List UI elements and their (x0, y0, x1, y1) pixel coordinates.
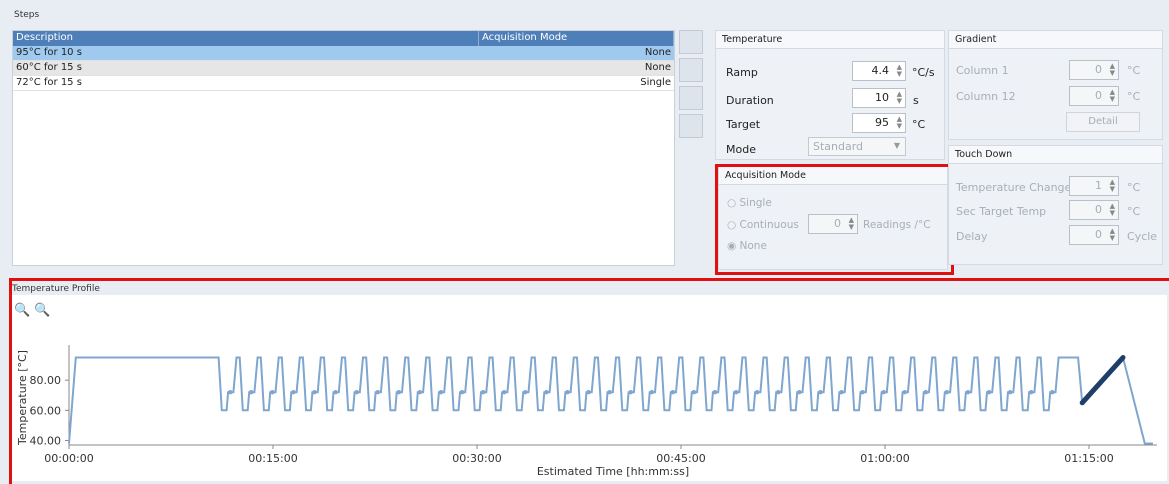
ramp-input[interactable]: 4.4 ▲ ▼ (852, 61, 906, 81)
column1-value: 0 (1095, 63, 1102, 76)
step-action-buttons (679, 30, 705, 142)
duration-unit: s (913, 94, 919, 107)
duration-input[interactable]: 10 ▲ ▼ (852, 88, 906, 108)
column1-input[interactable]: 0 ▲ ▼ (1069, 60, 1119, 80)
sec-target-value: 0 (1095, 203, 1102, 216)
target-value: 95 (875, 116, 889, 129)
ramp-value: 4.4 (871, 64, 890, 77)
spinner-arrows-icon[interactable]: ▲ ▼ (1110, 89, 1115, 103)
table-row[interactable]: 95°C for 10 s None (13, 46, 674, 61)
spinner-arrows-icon[interactable]: ▲ ▼ (1110, 63, 1115, 77)
target-label: Target (726, 118, 761, 131)
column-header-description[interactable]: Description (13, 31, 479, 46)
column12-value: 0 (1095, 89, 1102, 102)
temp-change-input[interactable]: 1 ▲ ▼ (1069, 176, 1119, 196)
temperature-group-title: Temperature (716, 31, 944, 49)
step-description: 60°C for 15 s (16, 62, 82, 73)
delay-label: Delay (956, 230, 988, 243)
delay-input[interactable]: 0 ▲ ▼ (1069, 225, 1119, 245)
sec-target-input[interactable]: 0 ▲ ▼ (1069, 200, 1119, 220)
column12-label: Column 12 (956, 90, 1016, 103)
temp-change-unit: °C (1127, 181, 1141, 194)
steps-panel-title: Steps (14, 10, 40, 20)
column12-input[interactable]: 0 ▲ ▼ (1069, 86, 1119, 106)
temp-change-label: Temperature Change (956, 181, 1072, 194)
gradient-group-title: Gradient (949, 31, 1162, 49)
step-acquisition: Single (640, 77, 671, 88)
duration-label: Duration (726, 94, 774, 107)
step-description: 72°C for 15 s (16, 77, 82, 88)
step-acquisition: None (644, 62, 671, 73)
spinner-arrows-icon[interactable]: ▲ ▼ (897, 64, 902, 78)
temp-change-value: 1 (1095, 179, 1102, 192)
chevron-down-icon: ▼ (893, 141, 900, 150)
sec-target-label: Sec Target Temp (956, 205, 1047, 218)
copy-step-button[interactable] (679, 86, 703, 110)
step-description: 95°C for 10 s (16, 47, 82, 58)
add-step-button[interactable] (679, 30, 703, 54)
ramp-unit: °C/s (912, 66, 935, 79)
acquisition-mode-highlight (715, 164, 954, 275)
sec-target-unit: °C (1127, 205, 1141, 218)
steps-table: Description Acquisition Mode 95°C for 10… (12, 30, 675, 266)
temperature-profile-highlight (9, 278, 1169, 484)
spinner-arrows-icon[interactable]: ▲ ▼ (1110, 203, 1115, 217)
column1-label: Column 1 (956, 64, 1009, 77)
delay-value: 0 (1095, 228, 1102, 241)
move-step-button[interactable] (679, 114, 703, 138)
column1-unit: °C (1127, 64, 1141, 77)
target-input[interactable]: 95 ▲ ▼ (852, 113, 906, 133)
target-unit: °C (912, 118, 926, 131)
step-acquisition: None (644, 47, 671, 58)
spinner-arrows-icon[interactable]: ▲ ▼ (897, 116, 902, 130)
ramp-label: Ramp (726, 66, 758, 79)
table-row[interactable]: 60°C for 15 s None (13, 61, 674, 76)
column-header-acquisition-mode[interactable]: Acquisition Mode (479, 31, 674, 46)
spinner-arrows-icon[interactable]: ▲ ▼ (1110, 179, 1115, 193)
table-row[interactable]: 72°C for 15 s Single (13, 76, 674, 91)
delay-unit: Cycle (1127, 230, 1158, 243)
detail-button[interactable]: Detail (1066, 112, 1140, 132)
duration-value: 10 (875, 91, 889, 104)
remove-step-button[interactable] (679, 58, 703, 82)
mode-label: Mode (726, 143, 756, 156)
mode-value: Standard (813, 140, 864, 153)
spinner-arrows-icon[interactable]: ▲ ▼ (897, 91, 902, 105)
touch-down-group-title: Touch Down (949, 146, 1162, 164)
spinner-arrows-icon[interactable]: ▲ ▼ (1110, 228, 1115, 242)
steps-table-header: Description Acquisition Mode (13, 31, 674, 46)
column12-unit: °C (1127, 90, 1141, 103)
mode-select[interactable]: Standard ▼ (808, 137, 906, 156)
